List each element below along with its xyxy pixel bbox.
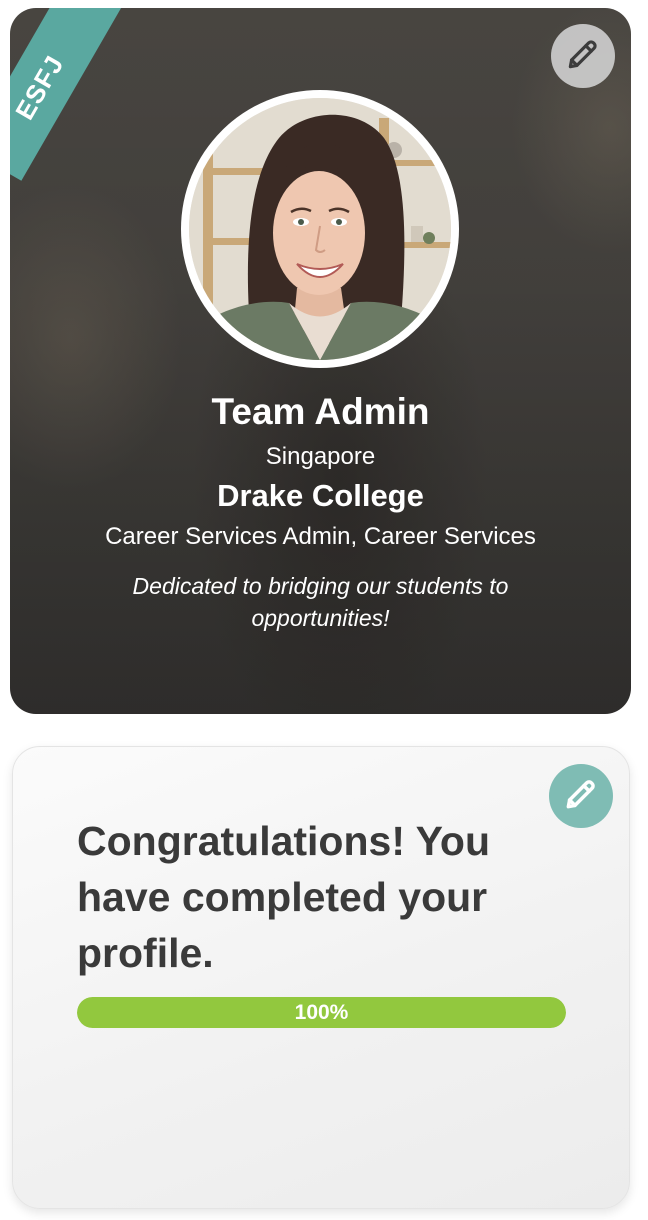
personality-type-ribbon: ESFJ [10, 8, 147, 181]
avatar-frame [181, 90, 459, 368]
pencil-icon [562, 775, 600, 818]
edit-completion-button[interactable] [549, 764, 613, 828]
avatar [189, 98, 451, 360]
profile-location: Singapore [265, 443, 376, 470]
pencil-icon [564, 35, 602, 78]
profile-completion-card: Congratulations! You have completed your… [12, 746, 630, 1209]
profile-name: Team Admin [211, 391, 430, 432]
profile-card: ESFJ Team Admin Singapore Drake College … [10, 8, 631, 714]
profile-progress-bar: 100% [77, 997, 566, 1028]
completion-message: Congratulations! You have completed your… [77, 818, 491, 976]
profile-college: Drake College [217, 478, 424, 513]
personality-type-label: ESFJ [10, 49, 70, 125]
progress-label: 100% [294, 1001, 349, 1024]
profile-bio: Dedicated to bridging our students to op… [132, 573, 509, 631]
edit-profile-button[interactable] [551, 24, 615, 88]
profile-role: Career Services Admin, Career Services [105, 523, 536, 550]
